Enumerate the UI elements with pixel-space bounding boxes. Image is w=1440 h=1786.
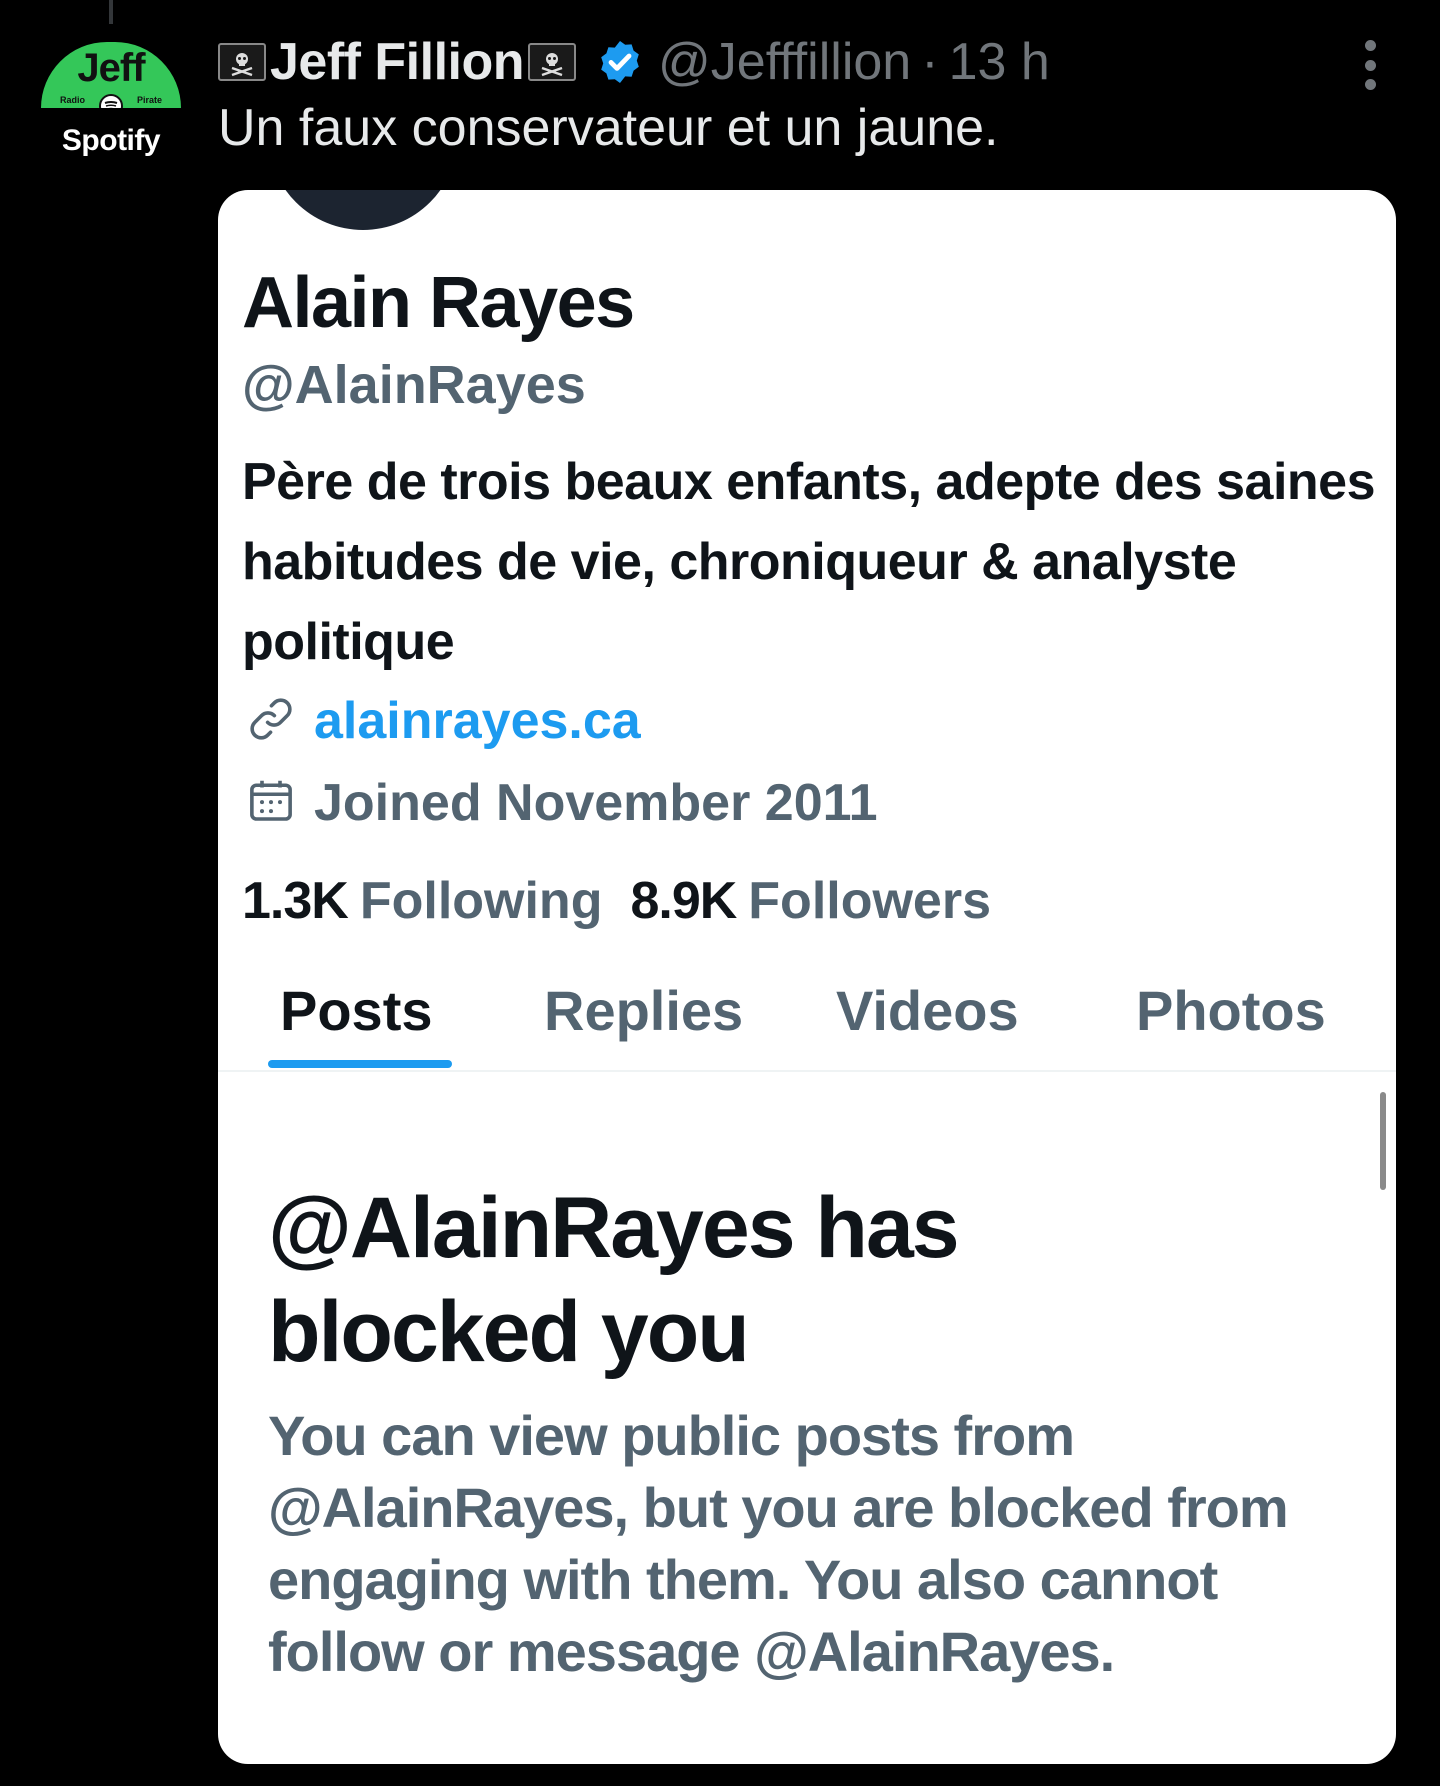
link-icon bbox=[244, 692, 298, 751]
more-options-icon[interactable] bbox=[1358, 40, 1382, 90]
pirate-flag-icon bbox=[528, 43, 576, 81]
tab-videos: Videos bbox=[836, 979, 1019, 1042]
tweet-header: Jeff Fillion @Jefffillion · 13 h bbox=[218, 30, 1050, 94]
profile-avatar bbox=[268, 190, 458, 230]
more-dot bbox=[1364, 40, 1376, 51]
avatar-left-label: Radio bbox=[59, 95, 85, 105]
followers-label: Followers bbox=[748, 872, 992, 930]
more-dot bbox=[1364, 79, 1376, 90]
tab-replies: Replies bbox=[544, 979, 744, 1042]
blocked-title: @AlainRayes has blocked you bbox=[268, 1180, 960, 1380]
profile-name: Alain Rayes bbox=[242, 263, 635, 343]
author-handle[interactable]: @Jefffillion bbox=[658, 32, 911, 92]
tab-posts: Posts bbox=[280, 979, 433, 1042]
profile-stats: 1.3K Following 8.9K Followers bbox=[242, 868, 1019, 934]
separator-dot: · bbox=[921, 33, 939, 91]
more-dot bbox=[1364, 59, 1376, 71]
active-tab-indicator bbox=[268, 1060, 452, 1068]
followers-count: 8.9K bbox=[630, 872, 737, 930]
profile-link-row: alainrayes.ca bbox=[244, 690, 641, 752]
pirate-flag-icon bbox=[218, 43, 266, 81]
verified-badge-icon[interactable] bbox=[596, 38, 644, 86]
thread-connector-line bbox=[109, 0, 113, 24]
tweet-timestamp[interactable]: 13 h bbox=[949, 32, 1050, 92]
profile-joined-row: Joined November 2011 bbox=[244, 772, 878, 834]
avatar-spotify-text: Spotify bbox=[61, 124, 161, 157]
scrollbar bbox=[1380, 1092, 1386, 1190]
tab-photos: Photos bbox=[1136, 979, 1326, 1042]
tweet-text: Un faux conservateur et un jaune. bbox=[218, 99, 999, 157]
author-avatar[interactable]: Jeff Radio Pirate Spotify bbox=[40, 42, 182, 157]
profile-joined-date: Joined November 2011 bbox=[314, 774, 878, 832]
profile-handle: @AlainRayes bbox=[242, 355, 586, 415]
spotify-logo-icon bbox=[99, 94, 123, 108]
avatar-right-label: Pirate bbox=[137, 95, 163, 105]
profile-website-link: alainrayes.ca bbox=[314, 692, 641, 750]
calendar-icon bbox=[244, 774, 298, 833]
profile-tabs: Posts Replies Videos Photos bbox=[218, 970, 1396, 1072]
following-count: 1.3K bbox=[242, 872, 349, 930]
avatar-badge: Jeff Radio Pirate bbox=[41, 42, 181, 108]
avatar-title: Jeff bbox=[77, 46, 145, 90]
blocked-description: You can view public posts from @AlainRay… bbox=[268, 1404, 1289, 1683]
following-label: Following bbox=[359, 872, 603, 930]
profile-bio: Père de trois beaux enfants, adepte des … bbox=[242, 453, 1376, 671]
avatar-subrow: Radio Pirate bbox=[41, 92, 181, 108]
author-name[interactable]: Jeff Fillion bbox=[270, 32, 525, 92]
embedded-profile-image[interactable]: Alain Rayes @AlainRayes Père de trois be… bbox=[218, 190, 1396, 1764]
